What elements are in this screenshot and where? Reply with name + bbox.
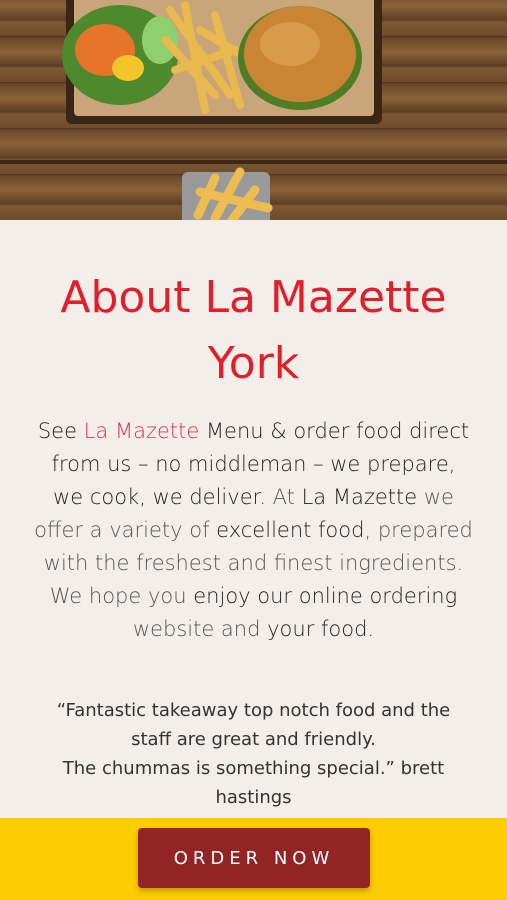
food-photo bbox=[0, 0, 507, 220]
testimonial-line-2: The chummas is something special.” brett… bbox=[62, 758, 445, 808]
intro-paragraph: See La Mazette Menu & order food direct … bbox=[34, 415, 473, 646]
page-title: About La Mazette York bbox=[20, 265, 487, 397]
testimonial: “Fantastic takeaway top notch food and t… bbox=[40, 696, 467, 812]
plank-gap bbox=[0, 160, 507, 164]
lettuce bbox=[142, 16, 178, 64]
bun-highlight bbox=[260, 22, 320, 66]
intro-text-10: your food. bbox=[267, 617, 375, 641]
intro-text-9: website and bbox=[132, 617, 268, 641]
brand-link[interactable]: La Mazette bbox=[84, 419, 200, 443]
corn bbox=[112, 55, 144, 81]
title-line-1: About La Mazette bbox=[60, 272, 447, 323]
intro-text-4: La Mazette bbox=[301, 485, 418, 509]
order-footer-bar: ORDER NOW bbox=[0, 818, 507, 900]
intro-text-3: At bbox=[266, 485, 302, 509]
hero-food-image bbox=[0, 0, 507, 220]
about-section: About La Mazette York See La Mazette Men… bbox=[0, 220, 507, 818]
testimonial-line-1: “Fantastic takeaway top notch food and t… bbox=[56, 700, 451, 750]
intro-text-1: See bbox=[37, 419, 84, 443]
intro-text-8: enjoy our online ordering bbox=[193, 584, 458, 608]
title-line-2: York bbox=[207, 338, 300, 389]
order-now-button[interactable]: ORDER NOW bbox=[138, 828, 370, 888]
intro-text-6: excellent food bbox=[216, 518, 365, 542]
